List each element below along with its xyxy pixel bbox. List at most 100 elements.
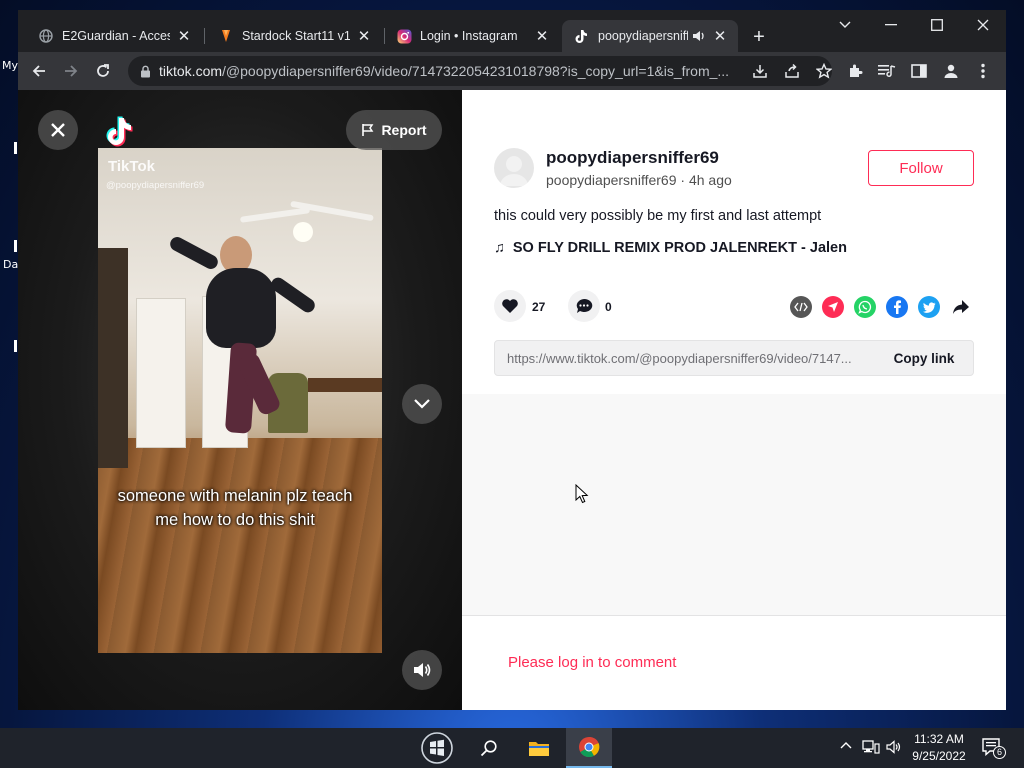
whatsapp-share-button[interactable] — [854, 296, 876, 318]
tab-tiktok[interactable]: poopydiapersniffe ✕ — [562, 20, 738, 52]
close-icon — [51, 123, 65, 137]
follow-button[interactable]: Follow — [868, 150, 974, 186]
send-icon — [828, 302, 838, 312]
comment-icon — [576, 298, 593, 313]
start-button[interactable] — [414, 728, 460, 768]
volume-tray-icon[interactable] — [886, 740, 902, 757]
close-window-button[interactable] — [960, 10, 1006, 40]
whatsapp-icon — [858, 300, 872, 314]
post-info: poopydiapersniffer69 poopydiapersniffer6… — [462, 90, 1006, 394]
video-person — [206, 268, 276, 348]
tiktok-icon — [574, 28, 590, 44]
copy-link-button[interactable]: Copy link — [875, 351, 973, 366]
forward-button[interactable] — [58, 58, 84, 84]
send-to-friends-button[interactable] — [822, 296, 844, 318]
comment-button[interactable] — [568, 290, 600, 322]
maximize-button[interactable] — [914, 10, 960, 40]
tab-instagram[interactable]: Login • Instagram ✕ — [384, 20, 560, 52]
new-tab-button[interactable]: + — [746, 24, 772, 50]
video-link-text[interactable]: https://www.tiktok.com/@poopydiapersniff… — [495, 351, 875, 366]
bookmark-star-icon[interactable] — [816, 63, 832, 79]
windows-orb-icon — [421, 732, 453, 764]
embed-button[interactable] — [790, 296, 812, 318]
stardock-icon — [218, 28, 234, 44]
desktop-icon-label[interactable]: My — [2, 59, 18, 72]
close-video-button[interactable] — [38, 110, 78, 150]
file-explorer-button[interactable] — [516, 728, 562, 768]
volume-button[interactable] — [402, 650, 442, 690]
video-player[interactable]: TikTok @poopydiapersniffer69 someone wit… — [18, 90, 462, 710]
more-share-button[interactable] — [950, 296, 972, 318]
url-text[interactable]: tiktok.com/@poopydiapersniffer69/video/7… — [159, 63, 744, 79]
author-subline: poopydiapersniffer69 · 4h ago — [546, 172, 732, 188]
close-tab-icon[interactable]: ✕ — [712, 28, 728, 45]
share-arrow-icon — [953, 300, 969, 314]
profile-icon[interactable] — [938, 58, 964, 84]
tab-stardock[interactable]: Stardock Start11 v1.2 ✕ — [206, 20, 382, 52]
login-to-comment-bar: Please log in to comment — [462, 615, 1006, 710]
side-panel-icon[interactable] — [906, 58, 932, 84]
chrome-icon — [579, 736, 600, 758]
clock-time: 11:32 AM — [914, 732, 964, 746]
tab-divider — [204, 28, 205, 44]
music-link[interactable]: ♫ SO FLY DRILL REMIX PROD JALENREKT - Ja… — [494, 240, 847, 256]
desktop-icon-label[interactable]: Da — [3, 258, 18, 271]
minimize-button[interactable] — [868, 10, 914, 40]
mouse-cursor-icon — [575, 484, 589, 504]
taskbar: 11:32 AM 9/25/2022 6 — [0, 728, 1024, 768]
report-button[interactable]: Report — [346, 110, 442, 150]
tab-title: poopydiapersniffe — [598, 29, 688, 43]
address-bar[interactable]: tiktok.com/@poopydiapersniffer69/video/7… — [128, 56, 832, 86]
embed-code-icon — [794, 302, 808, 312]
install-app-icon[interactable] — [752, 63, 768, 79]
twitter-share-button[interactable] — [918, 296, 940, 318]
tab-search-button[interactable] — [822, 10, 868, 40]
tiktok-logo-icon[interactable] — [102, 112, 140, 150]
tab-title: E2Guardian - Access D — [62, 29, 170, 43]
reload-button[interactable] — [90, 58, 116, 84]
tab-e2guardian[interactable]: E2Guardian - Access D ✕ — [26, 20, 202, 52]
network-icon[interactable] — [862, 740, 880, 757]
desktop-icon[interactable] — [14, 142, 17, 154]
folder-icon — [529, 742, 549, 756]
video-fan — [239, 207, 311, 223]
post-time: 4h ago — [688, 172, 732, 188]
url-host: tiktok.com — [159, 63, 223, 79]
avatar[interactable] — [494, 148, 534, 188]
notifications-button[interactable]: 6 — [982, 738, 1006, 759]
close-tab-icon[interactable]: ✕ — [176, 28, 192, 45]
post-panel: poopydiapersniffer69 poopydiapersniffer6… — [462, 90, 1006, 710]
video-frame[interactable]: TikTok @poopydiapersniffer69 someone wit… — [98, 148, 382, 653]
close-tab-icon[interactable]: ✕ — [534, 28, 550, 45]
lock-icon[interactable] — [140, 65, 151, 78]
music-note-icon: ♫ — [494, 240, 505, 256]
video-caption: someone with melanin plz teach me how to… — [117, 487, 353, 529]
menu-kebab-icon[interactable] — [970, 58, 996, 84]
back-button[interactable] — [26, 58, 52, 84]
next-video-button[interactable] — [402, 384, 442, 424]
video-door — [136, 298, 186, 448]
taskbar-clock[interactable]: 11:32 AM 9/25/2022 — [906, 731, 972, 765]
desktop-icon[interactable] — [14, 240, 17, 252]
extensions-icon[interactable] — [842, 58, 868, 84]
globe-icon — [38, 28, 54, 44]
author-username[interactable]: poopydiapersniffer69 — [546, 148, 719, 168]
login-to-comment-link[interactable]: Please log in to comment — [508, 654, 676, 671]
close-tab-icon[interactable]: ✕ — [356, 28, 372, 45]
speaker-icon[interactable] — [692, 30, 706, 42]
tray-overflow-icon[interactable] — [840, 738, 852, 753]
search-button[interactable] — [466, 728, 512, 768]
notification-count: 6 — [993, 746, 1006, 759]
video-person — [167, 234, 221, 272]
chrome-window: E2Guardian - Access D ✕ Stardock Start11… — [18, 10, 1006, 710]
like-button[interactable] — [494, 290, 526, 322]
video-cabinet — [98, 248, 128, 468]
share-icon[interactable] — [784, 63, 800, 79]
chrome-taskbar-button[interactable] — [566, 728, 612, 768]
facebook-share-button[interactable] — [886, 296, 908, 318]
desktop-icon[interactable] — [14, 340, 17, 352]
tab-title: Stardock Start11 v1.2 — [242, 29, 350, 43]
tab-strip: E2Guardian - Access D ✕ Stardock Start11… — [18, 10, 1006, 52]
clock-date: 9/25/2022 — [912, 749, 966, 763]
media-control-icon[interactable] — [874, 58, 900, 84]
